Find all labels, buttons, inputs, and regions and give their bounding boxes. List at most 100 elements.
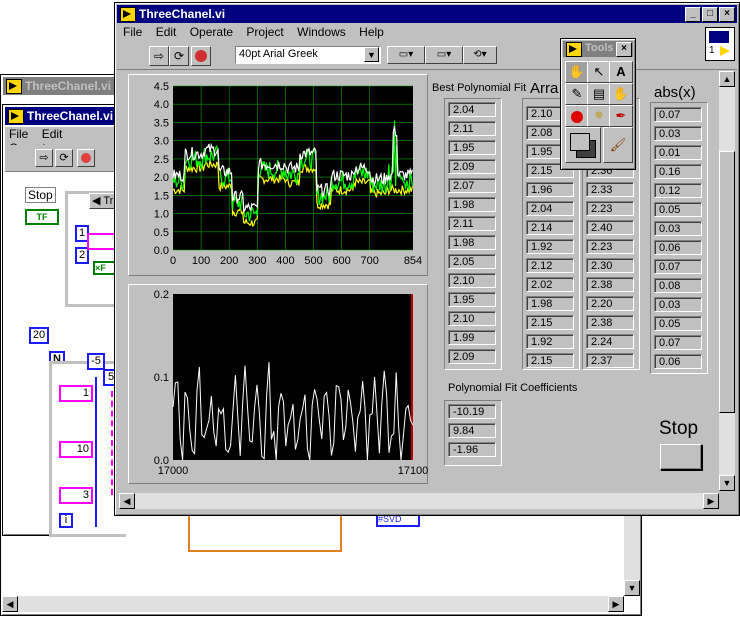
array1-cell[interactable]: 1.96 (526, 182, 574, 197)
array1-cell[interactable]: 2.02 (526, 277, 574, 292)
scroll-right-icon[interactable]: ▶ (703, 493, 719, 509)
best-fit-cell[interactable]: 2.10 (448, 311, 496, 326)
color-dropper-icon[interactable]: ✒ (609, 105, 633, 127)
array2-cell[interactable]: 2.40 (586, 220, 634, 235)
abs-cell[interactable]: 0.03 (654, 297, 702, 312)
best-fit-cell[interactable]: 2.09 (448, 159, 496, 174)
array1-cell[interactable]: 1.92 (526, 239, 574, 254)
array2-cell[interactable]: 2.33 (586, 182, 634, 197)
align-objects-icon[interactable]: ▭▾ (387, 46, 425, 64)
arrow-icon[interactable]: ↖ (587, 61, 611, 83)
array2-cell[interactable]: 2.23 (586, 201, 634, 216)
array1-cell[interactable]: 2.15 (526, 315, 574, 330)
abs-cell[interactable]: 0.12 (654, 183, 702, 198)
menu-edit[interactable]: Edit (42, 127, 63, 141)
back-hscrollbar[interactable]: ◀ ▶ (2, 596, 624, 612)
coef-cell[interactable]: 9.84 (448, 423, 496, 438)
scroll-thumb[interactable] (719, 151, 735, 413)
run-continuous-icon[interactable]: ⟳ (169, 46, 189, 66)
color-fill-icon[interactable] (565, 127, 601, 163)
run-arrow-icon[interactable]: ⇨ (149, 46, 169, 66)
abs-cell[interactable]: 0.07 (654, 107, 702, 122)
best-fit-cell[interactable]: 1.98 (448, 197, 496, 212)
back-vscrollbar[interactable]: ▼ (624, 510, 640, 596)
menu-help[interactable]: Help (359, 25, 384, 39)
front-titlebar[interactable]: ThreeChanel.vi _ □ × (117, 5, 737, 23)
value-1[interactable]: 1 (59, 385, 93, 402)
abs-cell[interactable]: 0.06 (654, 240, 702, 255)
abs-cell[interactable]: 0.05 (654, 316, 702, 331)
abs-cell[interactable]: 0.01 (654, 145, 702, 160)
run-arrow-icon[interactable]: ⇨ (35, 149, 53, 167)
scroll-up-icon[interactable]: ▲ (719, 71, 735, 87)
maximize-icon[interactable]: □ (702, 7, 718, 22)
abort-icon[interactable] (191, 46, 211, 66)
const-neg5[interactable]: -5 (87, 353, 105, 370)
array2-cell[interactable]: 2.38 (586, 277, 634, 292)
run-continuous-icon[interactable]: ⟳ (55, 149, 73, 167)
close-icon[interactable]: × (719, 7, 735, 22)
reorder-icon[interactable]: ⟲▾ (463, 46, 497, 64)
abs-cell[interactable]: 0.03 (654, 126, 702, 141)
menu-windows[interactable]: Windows (297, 25, 346, 39)
diagram-titlebar[interactable]: ThreeChanel.vi (5, 107, 123, 125)
best-fit-cell[interactable]: 2.10 (448, 273, 496, 288)
abs-cell[interactable]: 0.07 (654, 335, 702, 350)
array1-cell[interactable]: 2.04 (526, 201, 574, 216)
best-fit-cell[interactable]: 1.99 (448, 330, 496, 345)
array2-cell[interactable]: 2.24 (586, 334, 634, 349)
menu-edit[interactable]: Edit (156, 25, 177, 39)
front-hscrollbar[interactable]: ◀ ▶ (119, 493, 719, 509)
best-fit-cell[interactable]: 2.11 (448, 121, 496, 136)
probe-icon[interactable]: ⊕ (587, 105, 611, 127)
const-20[interactable]: 20 (29, 327, 49, 344)
abort-icon[interactable] (77, 149, 95, 167)
array1-cell[interactable]: 2.15 (526, 353, 574, 368)
best-fit-cell[interactable]: 2.11 (448, 216, 496, 231)
tools-titlebar[interactable]: Tools × (563, 41, 633, 57)
best-fit-cell[interactable]: 2.09 (448, 349, 496, 364)
scroll-left-icon[interactable]: ◀ (2, 596, 18, 612)
best-fit-cell[interactable]: 2.05 (448, 254, 496, 269)
array1-cell[interactable]: 2.12 (526, 258, 574, 273)
front-vscrollbar[interactable]: ▲ ▼ (719, 71, 735, 491)
value-3[interactable]: 3 (59, 487, 93, 504)
coef-cell[interactable]: -1.96 (448, 442, 496, 457)
scroll-right-icon[interactable]: ▶ (608, 596, 624, 612)
scroll-down-icon[interactable]: ▼ (719, 475, 735, 491)
abs-cell[interactable]: 0.05 (654, 202, 702, 217)
brush-icon[interactable]: 🖌 (603, 127, 633, 163)
abs-cell[interactable]: 0.03 (654, 221, 702, 236)
hand-icon[interactable]: ✋ (565, 61, 589, 83)
value-10[interactable]: 10 (59, 441, 93, 458)
close-icon[interactable]: × (616, 42, 632, 57)
minimize-icon[interactable]: _ (685, 7, 701, 22)
best-fit-cell[interactable]: 2.04 (448, 102, 496, 117)
array2-cell[interactable]: 2.23 (586, 239, 634, 254)
menu-file[interactable]: File (123, 25, 142, 39)
array2-cell[interactable]: 2.30 (586, 258, 634, 273)
scroll-left-icon[interactable]: ◀ (119, 493, 135, 509)
abs-cell[interactable]: 0.06 (654, 354, 702, 369)
array1-cell[interactable]: 2.14 (526, 220, 574, 235)
best-fit-cell[interactable]: 1.95 (448, 292, 496, 307)
abs-cell[interactable]: 0.08 (654, 278, 702, 293)
abs-cell[interactable]: 0.16 (654, 164, 702, 179)
font-select[interactable]: 40pt Arial Greek ▼ (235, 46, 381, 64)
best-fit-cell[interactable]: 1.95 (448, 140, 496, 155)
array2-cell[interactable]: 2.37 (586, 353, 634, 368)
best-fit-cell[interactable]: 1.98 (448, 235, 496, 250)
array1-cell[interactable]: 1.98 (526, 296, 574, 311)
menu-operate[interactable]: Operate (190, 25, 233, 39)
abs-cell[interactable]: 0.07 (654, 259, 702, 274)
wire-icon[interactable]: ✎ (565, 83, 589, 105)
array2-cell[interactable]: 2.20 (586, 296, 634, 311)
array2-cell[interactable]: 2.38 (586, 315, 634, 330)
graph1[interactable]: 4.5 4.0 3.5 3.0 2.5 2.0 1.5 1.0 0.5 0.0 0 100 200 30… (128, 74, 428, 276)
breakpoint-icon[interactable] (565, 105, 589, 127)
scroll-hand-icon[interactable]: ✋ (609, 83, 633, 105)
graph2[interactable]: 0.20.10.0 17000 17100 (128, 284, 428, 484)
text-icon[interactable]: A (609, 61, 633, 83)
coef-cell[interactable]: -10.19 (448, 404, 496, 419)
dropdown-arrow-icon[interactable]: ▼ (364, 47, 379, 62)
